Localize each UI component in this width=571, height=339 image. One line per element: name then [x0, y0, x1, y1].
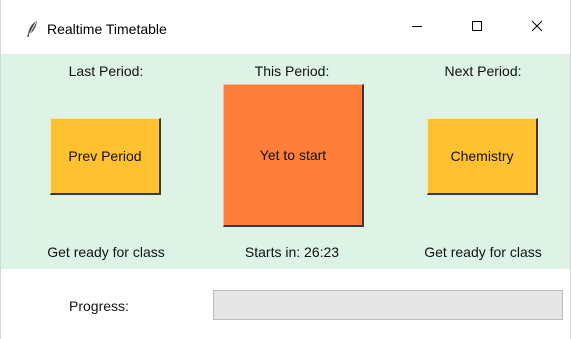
progress-bar — [213, 290, 563, 320]
progress-section: Progress: — [1, 269, 570, 339]
prev-period-button[interactable]: Prev Period — [50, 118, 161, 195]
next-period-status: Get ready for class — [424, 244, 542, 260]
maximize-button[interactable] — [454, 8, 500, 48]
minimize-button[interactable] — [394, 8, 440, 48]
next-period-label: Chemistry — [450, 148, 514, 164]
last-period-status: Get ready for class — [47, 244, 165, 260]
close-button[interactable] — [514, 8, 560, 48]
countdown-status: Starts in: 26:23 — [244, 244, 340, 260]
feather-icon — [25, 20, 39, 38]
minimize-icon — [411, 19, 423, 37]
current-period-label: Yet to start — [259, 147, 327, 163]
next-period-button[interactable]: Chemistry — [427, 118, 538, 195]
title-bar[interactable]: Realtime Timetable — [1, 0, 570, 55]
window-title: Realtime Timetable — [47, 21, 167, 37]
timetable-panel: Last Period: This Period: Next Period: P… — [1, 55, 570, 269]
progress-label: Progress: — [69, 298, 129, 314]
prev-period-label: Prev Period — [68, 148, 142, 164]
current-period-button[interactable]: Yet to start — [223, 84, 364, 227]
this-period-heading: This Period: — [254, 63, 330, 79]
app-window: Realtime Timetable Last Period: This Per… — [0, 0, 571, 339]
close-icon — [531, 19, 543, 37]
maximize-icon — [471, 19, 483, 37]
last-period-heading: Last Period: — [68, 63, 144, 79]
next-period-heading: Next Period: — [444, 63, 522, 79]
